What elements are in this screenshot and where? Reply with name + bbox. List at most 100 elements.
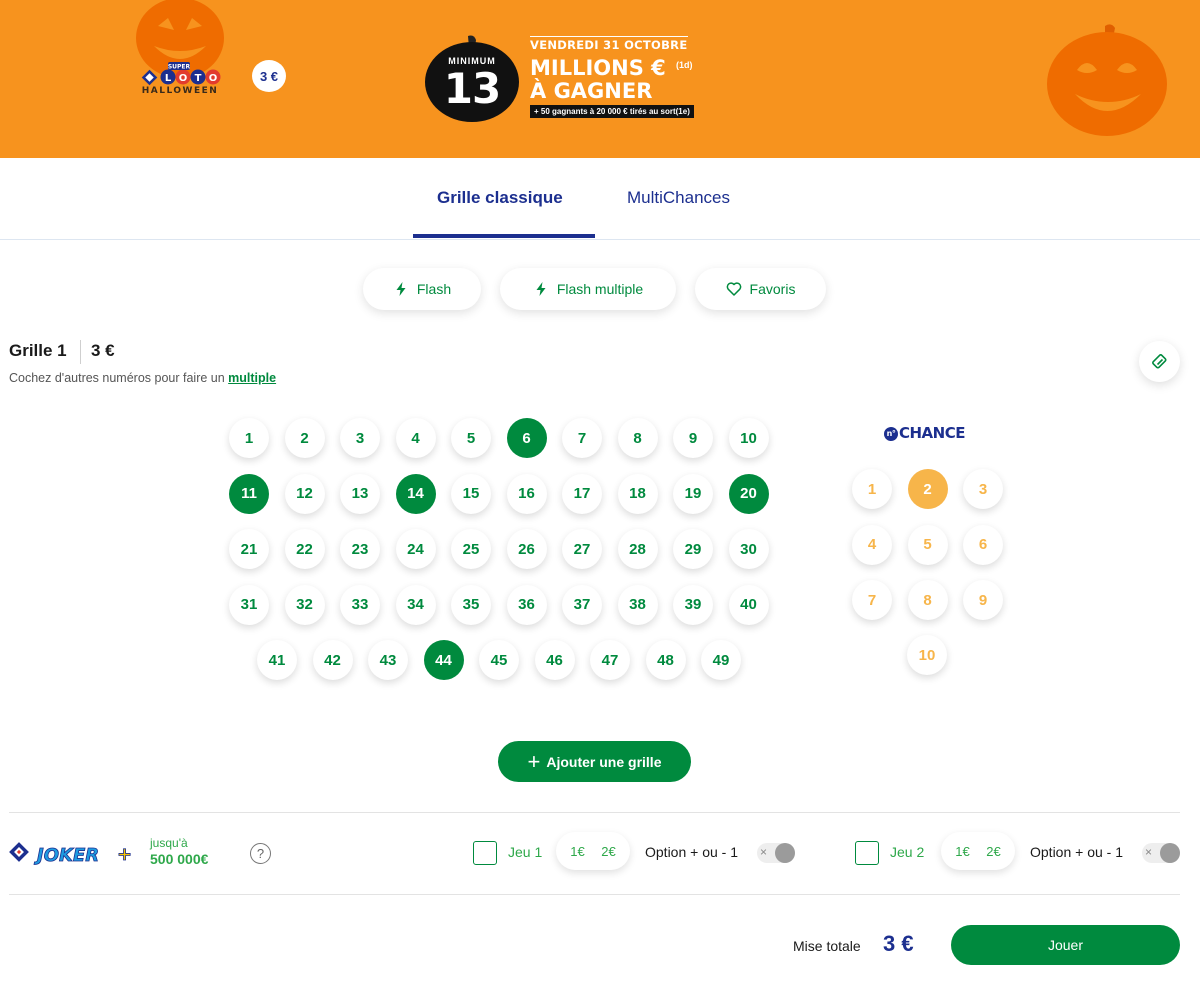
number-ball[interactable]: 2 [284, 418, 325, 458]
favoris-button[interactable]: Favoris [695, 268, 826, 310]
flash-button[interactable]: Flash [363, 268, 481, 310]
chance-number-ball[interactable]: 7 [852, 580, 892, 620]
number-ball[interactable]: 6 [506, 418, 547, 458]
jeu1-stake-1[interactable]: 1€ [570, 844, 584, 859]
number-ball[interactable]: 13 [340, 473, 380, 514]
number-ball[interactable]: 19 [673, 473, 713, 514]
jeu1-checkbox[interactable] [473, 841, 497, 865]
jeu1-stake-2[interactable]: 2€ [601, 844, 615, 859]
chance-number-ball[interactable]: 4 [852, 524, 892, 565]
number-ball[interactable]: 47 [590, 640, 630, 680]
jeu2-option-toggle[interactable]: × [1142, 843, 1180, 863]
number-ball[interactable]: 40 [728, 584, 769, 625]
grid-hint: Cochez d'autres numéros pour faire un mu… [9, 371, 276, 385]
flash-label: Flash [416, 281, 452, 297]
number-ball[interactable]: 46 [534, 640, 575, 680]
number-ball[interactable]: 28 [617, 529, 658, 569]
tab-grille-classique[interactable]: Grille classique [437, 188, 563, 208]
chance-logo: n° CHANCE [884, 424, 965, 442]
active-tab-indicator [413, 234, 595, 238]
chance-number-ball[interactable]: 5 [907, 524, 948, 565]
number-ball[interactable]: 12 [284, 473, 325, 514]
number-ball[interactable]: 39 [673, 584, 713, 625]
number-ball[interactable]: 18 [617, 473, 658, 514]
number-ball[interactable]: 32 [284, 584, 325, 625]
toggle-off-icon: × [1145, 845, 1153, 859]
promo-millions: MILLIONS € [530, 56, 666, 80]
number-ball[interactable]: 14 [395, 473, 436, 514]
number-ball[interactable]: 26 [506, 529, 547, 569]
number-ball[interactable]: 22 [284, 529, 325, 569]
number-ball[interactable]: 3 [340, 418, 380, 458]
number-ball[interactable]: 41 [257, 640, 297, 680]
number-ball[interactable]: 42 [312, 640, 353, 680]
number-ball[interactable]: 8 [617, 418, 658, 458]
number-ball[interactable]: 31 [229, 584, 269, 625]
svg-text:JOKER: JOKER [34, 845, 99, 866]
jeu1-option-toggle[interactable]: × [757, 843, 795, 863]
grid-title-divider [80, 340, 81, 364]
number-ball[interactable]: 21 [229, 529, 269, 569]
number-ball[interactable]: 5 [451, 418, 491, 458]
clear-grid-button[interactable] [1139, 341, 1180, 382]
number-ball[interactable]: 37 [562, 584, 602, 625]
chance-number-ball[interactable]: 6 [963, 524, 1003, 565]
number-ball[interactable]: 36 [506, 584, 547, 625]
number-ball[interactable]: 1 [229, 418, 269, 458]
number-ball[interactable]: 9 [673, 418, 713, 458]
tab-multichances[interactable]: MultiChances [627, 188, 730, 208]
chance-number-ball[interactable]: 3 [963, 469, 1003, 509]
jeu2-stake-2[interactable]: 2€ [986, 844, 1000, 859]
divider [9, 894, 1180, 895]
promo-strip: + 50 gagnants à 20 000 € tirés au sort(1… [530, 105, 694, 118]
number-ball[interactable]: 10 [728, 418, 769, 458]
number-ball[interactable]: 17 [562, 473, 602, 514]
add-grid-button[interactable]: + Ajouter une grille [498, 741, 691, 782]
toggle-off-icon: × [760, 845, 768, 859]
chance-number-ball[interactable]: 2 [907, 469, 948, 509]
number-ball[interactable]: 25 [451, 529, 491, 569]
svg-text:L: L [165, 73, 172, 84]
number-ball[interactable]: 11 [229, 473, 269, 514]
number-ball[interactable]: 45 [479, 640, 519, 680]
number-ball[interactable]: 29 [673, 529, 713, 569]
number-ball[interactable]: 16 [506, 473, 547, 514]
number-ball[interactable]: 24 [395, 529, 436, 569]
number-ball[interactable]: 15 [451, 473, 491, 514]
play-button[interactable]: Jouer [951, 925, 1180, 965]
jeu2-stake-1[interactable]: 1€ [955, 844, 969, 859]
chance-number-ball[interactable]: 1 [852, 469, 892, 509]
jeu2-label: Jeu 2 [890, 844, 925, 860]
flash-multiple-button[interactable]: Flash multiple [500, 268, 676, 310]
jeu2-stake-selector: 1€ 2€ [941, 832, 1015, 870]
chance-number-ball[interactable]: 10 [907, 635, 947, 675]
number-ball[interactable]: 20 [728, 473, 769, 514]
number-ball[interactable]: 48 [645, 640, 686, 680]
number-ball[interactable]: 43 [368, 640, 408, 680]
favoris-label: Favoris [749, 281, 796, 297]
svg-text:T: T [195, 73, 202, 84]
toggle-knob [775, 843, 795, 863]
number-ball[interactable]: 30 [728, 529, 769, 569]
promo-amount: 13 [443, 64, 501, 113]
number-ball[interactable]: 38 [617, 584, 658, 625]
jeu1-option-label: Option + ou - 1 [645, 844, 739, 860]
number-ball[interactable]: 27 [562, 529, 602, 569]
jeu2-checkbox[interactable] [855, 841, 879, 865]
number-ball[interactable]: 7 [562, 418, 602, 458]
chance-number-ball[interactable]: 9 [963, 580, 1003, 620]
number-ball[interactable]: 49 [701, 640, 741, 680]
number-ball[interactable]: 44 [423, 640, 464, 680]
number-ball[interactable]: 34 [395, 584, 436, 625]
joker-amount: 500 000€ [150, 851, 209, 867]
help-icon[interactable]: ? [250, 843, 271, 864]
number-ball[interactable]: 4 [395, 418, 436, 458]
chance-logo-text: CHANCE [899, 424, 965, 442]
multiple-link[interactable]: multiple [228, 371, 276, 385]
number-ball[interactable]: 33 [340, 584, 380, 625]
svg-text:O: O [209, 73, 218, 84]
number-ball[interactable]: 35 [451, 584, 491, 625]
number-ball[interactable]: 23 [340, 529, 380, 569]
chance-number-ball[interactable]: 8 [907, 580, 948, 620]
divider [9, 812, 1180, 813]
